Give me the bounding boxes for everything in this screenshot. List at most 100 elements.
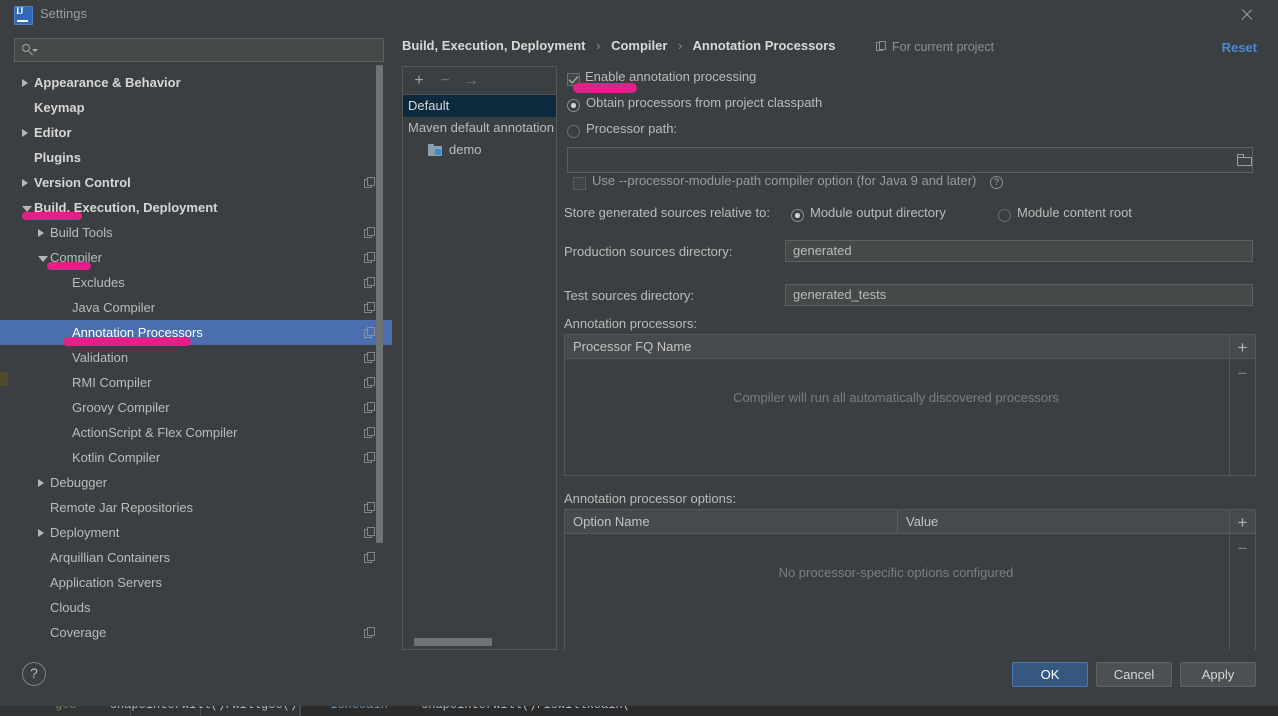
close-icon[interactable] bbox=[1238, 6, 1256, 24]
module-content-root-radio[interactable] bbox=[998, 209, 1011, 222]
enable-annotation-processing-label[interactable]: Enable annotation processing bbox=[585, 69, 756, 84]
sidebar-item-rmi-compiler[interactable]: RMI Compiler bbox=[0, 370, 392, 395]
copy-settings-icon[interactable] bbox=[364, 627, 376, 639]
obtain-from-classpath-label[interactable]: Obtain processors from project classpath bbox=[586, 95, 822, 110]
sidebar-item-kotlin-compiler[interactable]: Kotlin Compiler bbox=[0, 445, 392, 470]
apply-button[interactable]: Apply bbox=[1180, 662, 1256, 687]
module-output-dir-radio[interactable] bbox=[791, 209, 804, 222]
sidebar-scrollbar-thumb[interactable] bbox=[376, 65, 383, 543]
chevron-right-icon[interactable] bbox=[38, 529, 44, 537]
copy-settings-icon[interactable] bbox=[364, 527, 376, 539]
sidebar-item-label: Deployment bbox=[50, 525, 120, 540]
chevron-right-icon[interactable] bbox=[38, 229, 44, 237]
folder-icon[interactable] bbox=[1237, 154, 1253, 167]
copy-settings-icon[interactable] bbox=[364, 227, 376, 239]
move-to-profile-button[interactable]: → bbox=[461, 71, 481, 91]
sidebar-item-java-compiler[interactable]: Java Compiler bbox=[0, 295, 392, 320]
sidebar-item-annotation-processors[interactable]: Annotation Processors bbox=[0, 320, 392, 345]
copy-settings-icon[interactable] bbox=[364, 552, 376, 564]
chevron-right-icon[interactable] bbox=[38, 479, 44, 487]
column-header-option-name[interactable]: Option Name bbox=[565, 510, 904, 533]
breadcrumb-separator: › bbox=[678, 38, 683, 53]
sidebar-item-plugins[interactable]: Plugins bbox=[0, 145, 392, 170]
help-icon[interactable]: ? bbox=[990, 176, 1003, 189]
sidebar-item-application-servers[interactable]: Application Servers bbox=[0, 570, 392, 595]
cancel-button[interactable]: Cancel bbox=[1096, 662, 1172, 687]
module-output-dir-label[interactable]: Module output directory bbox=[810, 205, 946, 220]
remove-option-button[interactable]: − bbox=[1230, 536, 1255, 562]
sidebar-item-version-control[interactable]: Version Control bbox=[0, 170, 392, 195]
chevron-right-icon[interactable] bbox=[22, 79, 28, 87]
search-input[interactable] bbox=[41, 41, 381, 62]
sidebar-item-debugger[interactable]: Debugger bbox=[0, 470, 392, 495]
annotation-highlight-compiler bbox=[47, 262, 91, 270]
project-scope-icon bbox=[876, 41, 887, 52]
copy-settings-icon[interactable] bbox=[364, 402, 376, 414]
sidebar-item-coverage[interactable]: Coverage bbox=[0, 620, 392, 645]
chevron-down-icon[interactable] bbox=[38, 256, 48, 262]
profile-item-demo[interactable]: demo bbox=[403, 139, 556, 161]
remove-processor-button[interactable]: − bbox=[1230, 361, 1255, 387]
copy-settings-icon[interactable] bbox=[364, 252, 376, 264]
production-sources-input[interactable]: generated bbox=[785, 240, 1253, 262]
column-header-processor-fq-name[interactable]: Processor FQ Name bbox=[565, 335, 1236, 358]
sidebar-item-label: Application Servers bbox=[50, 575, 162, 590]
sidebar-item-label: Excludes bbox=[72, 275, 125, 290]
profiles-hscrollbar-thumb[interactable] bbox=[414, 638, 492, 646]
annotation-highlight-enable-annotation-processing bbox=[573, 83, 637, 93]
copy-settings-icon[interactable] bbox=[364, 352, 376, 364]
copy-settings-icon[interactable] bbox=[364, 277, 376, 289]
sidebar-item-label: Editor bbox=[34, 125, 72, 140]
breadcrumb-item-1[interactable]: Compiler bbox=[611, 38, 667, 53]
chevron-right-icon[interactable] bbox=[22, 179, 28, 187]
sidebar-item-keymap[interactable]: Keymap bbox=[0, 95, 392, 120]
processor-module-path-label[interactable]: Use --processor-module-path compiler opt… bbox=[592, 173, 976, 188]
profile-item-maven-default-annotation[interactable]: Maven default annotation bbox=[403, 117, 556, 139]
window-title: Settings bbox=[40, 6, 87, 21]
profile-item-default[interactable]: Default bbox=[403, 95, 556, 117]
add-option-button[interactable]: + bbox=[1230, 510, 1255, 536]
editor-edge-marker bbox=[0, 372, 8, 386]
help-button[interactable]: ? bbox=[22, 662, 46, 686]
search-box[interactable] bbox=[14, 38, 384, 62]
processor-path-radio[interactable] bbox=[567, 125, 580, 138]
copy-settings-icon[interactable] bbox=[364, 302, 376, 314]
copy-settings-icon[interactable] bbox=[364, 177, 376, 189]
processor-path-label[interactable]: Processor path: bbox=[586, 121, 677, 136]
sidebar-item-groovy-compiler[interactable]: Groovy Compiler bbox=[0, 395, 392, 420]
sidebar-item-clouds[interactable]: Clouds bbox=[0, 595, 392, 620]
reset-link[interactable]: Reset bbox=[1222, 40, 1257, 55]
sidebar-item-deployment[interactable]: Deployment bbox=[0, 520, 392, 545]
sidebar-item-arquillian-containers[interactable]: Arquillian Containers bbox=[0, 545, 392, 570]
test-sources-input[interactable]: generated_tests bbox=[785, 284, 1253, 306]
copy-settings-icon[interactable] bbox=[364, 452, 376, 464]
chevron-right-icon[interactable] bbox=[22, 129, 28, 137]
sidebar-item-editor[interactable]: Editor bbox=[0, 120, 392, 145]
remove-profile-button[interactable]: − bbox=[435, 71, 455, 91]
annotation-processors-form: Enable annotation processing Obtain proc… bbox=[564, 66, 1264, 651]
copy-settings-icon[interactable] bbox=[364, 502, 376, 514]
options-table-buttons: + − bbox=[1229, 510, 1255, 650]
add-profile-button[interactable]: + bbox=[409, 71, 429, 91]
ok-button[interactable]: OK bbox=[1012, 662, 1088, 687]
sidebar-item-build-tools[interactable]: Build Tools bbox=[0, 220, 392, 245]
copy-settings-icon[interactable] bbox=[364, 377, 376, 389]
sidebar-item-remote-jar-repositories[interactable]: Remote Jar Repositories bbox=[0, 495, 392, 520]
sidebar-item-validation[interactable]: Validation bbox=[0, 345, 392, 370]
profiles-toolbar: + − → bbox=[403, 67, 556, 95]
sidebar-item-actionscript-flex-compiler[interactable]: ActionScript & Flex Compiler bbox=[0, 420, 392, 445]
processor-path-input[interactable] bbox=[567, 147, 1253, 173]
breadcrumb-item-2: Annotation Processors bbox=[692, 38, 836, 53]
copy-settings-icon[interactable] bbox=[364, 427, 376, 439]
module-content-root-label[interactable]: Module content root bbox=[1017, 205, 1132, 220]
breadcrumb-item-0[interactable]: Build, Execution, Deployment bbox=[402, 38, 585, 53]
sidebar-item-appearance-behavior[interactable]: Appearance & Behavior bbox=[0, 70, 392, 95]
obtain-from-classpath-radio[interactable] bbox=[567, 99, 580, 112]
column-header-value[interactable]: Value bbox=[898, 510, 1236, 533]
sidebar-item-label: Plugins bbox=[34, 150, 81, 165]
sidebar-item-excludes[interactable]: Excludes bbox=[0, 270, 392, 295]
copy-settings-icon[interactable] bbox=[364, 327, 376, 339]
processor-module-path-checkbox[interactable] bbox=[573, 177, 586, 190]
sidebar-item-label: Debugger bbox=[50, 475, 108, 490]
add-processor-button[interactable]: + bbox=[1230, 335, 1255, 361]
